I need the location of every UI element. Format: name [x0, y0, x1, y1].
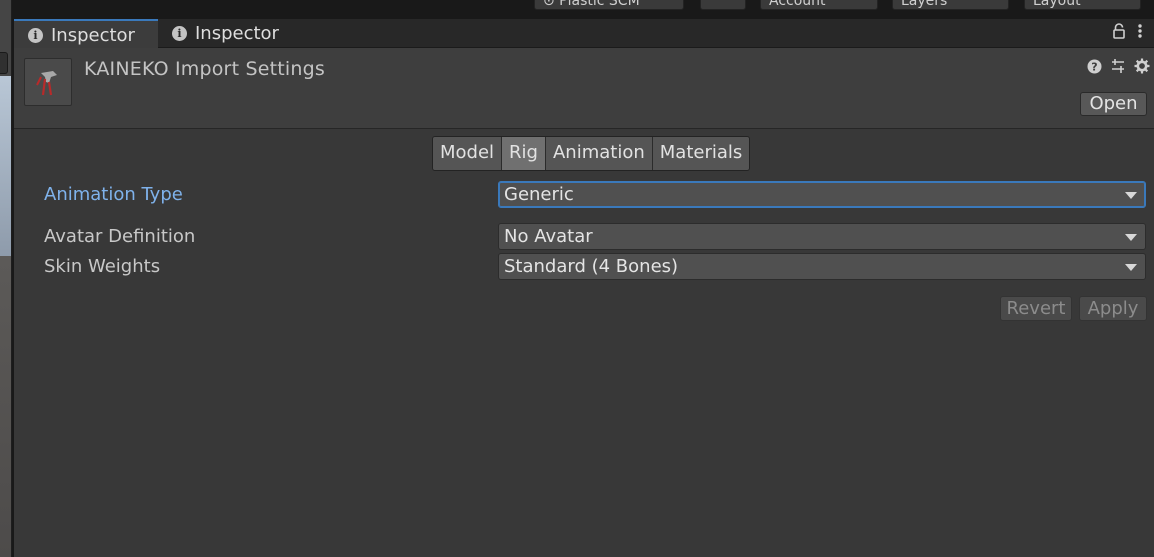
tab-label: Inspector	[51, 24, 135, 46]
kebab-menu-icon[interactable]	[1138, 23, 1142, 43]
inspector-panel: KAINEKO Import Settings ? Open Model Rig…	[14, 48, 1154, 557]
settings-icon[interactable]	[1134, 58, 1150, 74]
chevron-down-icon	[1125, 264, 1137, 271]
revert-button[interactable]: Revert	[1000, 296, 1072, 321]
scene-sky	[0, 76, 11, 256]
tab-inspector-2[interactable]: i Inspector	[158, 19, 302, 48]
cloud-button[interactable]	[700, 0, 746, 10]
scene-collapse-handle[interactable]	[0, 52, 8, 74]
account-dropdown[interactable]: Account	[760, 0, 878, 10]
animation-type-label: Animation Type	[44, 184, 183, 205]
layers-dropdown[interactable]: Layers	[892, 0, 1009, 10]
tab-inspector-1[interactable]: i Inspector	[14, 19, 158, 49]
tab-materials[interactable]: Materials	[652, 137, 750, 170]
unity-editor: ⊙ Plastic SCM Account Layers Layout i In…	[0, 0, 1154, 557]
preset-icon[interactable]	[1110, 58, 1126, 74]
page-title: KAINEKO Import Settings	[84, 58, 325, 80]
chevron-down-icon	[1125, 234, 1137, 241]
plastic-scm-button[interactable]: ⊙ Plastic SCM	[534, 0, 684, 10]
tab-label: Inspector	[195, 23, 279, 44]
skin-weights-label: Skin Weights	[44, 256, 161, 277]
skin-weights-dropdown[interactable]: Standard (4 Bones)	[498, 253, 1146, 280]
layout-dropdown[interactable]: Layout	[1024, 0, 1141, 10]
header-icons: ?	[1086, 58, 1150, 74]
info-icon: i	[28, 27, 43, 43]
lock-icon[interactable]	[1112, 23, 1126, 43]
avatar-definition-dropdown[interactable]: No Avatar	[498, 223, 1146, 250]
model-thumbnail	[24, 58, 72, 106]
avatar-definition-value: No Avatar	[504, 226, 593, 247]
import-section-tabs: Model Rig Animation Materials	[432, 136, 751, 171]
top-toolbar: ⊙ Plastic SCM Account Layers Layout	[12, 0, 1154, 18]
chevron-down-icon	[1125, 192, 1137, 199]
help-icon[interactable]: ?	[1086, 58, 1102, 74]
tab-rig[interactable]: Rig	[502, 137, 546, 170]
apply-button[interactable]: Apply	[1079, 296, 1147, 321]
svg-text:?: ?	[1091, 60, 1097, 73]
avatar-definition-label: Avatar Definition	[44, 226, 196, 247]
animation-type-dropdown[interactable]: Generic	[498, 181, 1146, 208]
open-button[interactable]: Open	[1080, 92, 1147, 116]
tab-animation[interactable]: Animation	[545, 137, 653, 170]
import-settings-header: KAINEKO Import Settings ? Open	[14, 48, 1154, 129]
skin-weights-value: Standard (4 Bones)	[504, 256, 679, 277]
tab-tools	[1112, 23, 1142, 43]
tab-model[interactable]: Model	[433, 137, 503, 170]
inspector-tabstrip: i Inspector i Inspector	[14, 19, 1154, 49]
scene-view-strip	[0, 0, 12, 557]
scene-ground	[0, 256, 11, 557]
animation-type-value: Generic	[504, 184, 574, 205]
info-icon: i	[172, 26, 187, 41]
